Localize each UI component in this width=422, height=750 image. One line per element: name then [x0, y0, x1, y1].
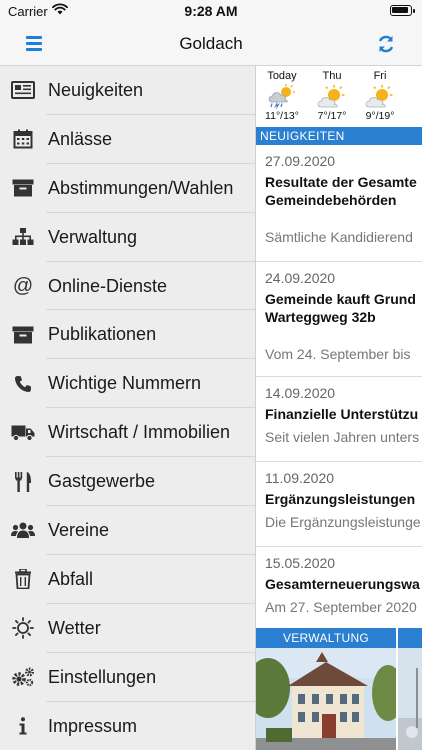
news-item[interactable]: 14.09.2020 Finanzielle Unterstützu Seit … [256, 377, 422, 462]
sidebar-item-label: Verwaltung [48, 226, 138, 247]
refresh-icon[interactable] [376, 34, 396, 54]
sidebar-menu: Neuigkeiten Anlässe Abstimmungen/Wahlen … [0, 66, 255, 750]
weather-day[interactable]: Thu 7°/17° [306, 70, 358, 122]
ballot-box-icon [0, 179, 46, 197]
tiles-row: VERWALTUNG [256, 628, 422, 750]
weather-day-partial[interactable] [402, 70, 422, 113]
newspaper-icon [0, 81, 46, 100]
news-title: Gesamterneuerungswa [265, 576, 420, 592]
news-title: Gemeinde kauft Grund [265, 291, 416, 307]
news-item[interactable]: 15.05.2020 Gesamterneuerungswa Am 27. Se… [256, 547, 422, 629]
archive-box-icon [0, 326, 46, 344]
at-sign-icon: @ [12, 274, 34, 297]
news-teaser: Die Ergänzungsleistunge [265, 514, 421, 530]
weather-strip[interactable]: Today 11°/13° Thu 7°/17° Fri 9°/19° [256, 66, 422, 127]
navigation-bar: Goldach [0, 22, 422, 66]
sidebar-item-online-dienste[interactable]: @ Online-Dienste [0, 262, 255, 311]
weather-temp: 11°/13° [265, 110, 299, 122]
sidebar-item-label: Einstellungen [48, 666, 157, 687]
sidebar-item-label: Vereine [48, 519, 110, 540]
sidebar-item-neuigkeiten[interactable]: Neuigkeiten [0, 66, 255, 115]
sidebar-item-vereine[interactable]: Vereine [0, 506, 255, 555]
news-date: 11.09.2020 [265, 470, 335, 486]
news-item[interactable]: 24.09.2020 Gemeinde kauft Grund Warteggw… [256, 262, 422, 377]
news-item[interactable]: 27.09.2020 Resultate der Gesamte Gemeind… [256, 145, 422, 262]
news-date: 24.09.2020 [265, 270, 336, 286]
status-bar: Carrier 9:28 AM [0, 0, 422, 22]
weather-day-name: Fri [373, 70, 387, 82]
news-title: Resultate der Gesamte [265, 174, 417, 190]
sidebar-item-label: Gastgewerbe [48, 471, 156, 492]
sidebar-item-label: Abfall [48, 568, 94, 589]
tile-verwaltung[interactable]: VERWALTUNG [256, 628, 396, 750]
sun-cloud-icon [317, 85, 345, 108]
news-title: Finanzielle Unterstützu [265, 406, 419, 422]
weather-temp: 7°/17° [317, 110, 347, 122]
sidebar-item-label: Impressum [48, 715, 138, 736]
org-chart-icon [0, 228, 46, 246]
news-teaser: Seit vielen Jahren unters [265, 429, 420, 445]
tile-photo-partial [398, 648, 422, 750]
news-date: 27.09.2020 [265, 153, 336, 169]
sidebar-item-wirtschaft[interactable]: Wirtschaft / Immobilien [0, 408, 255, 458]
sidebar-item-publikationen[interactable]: Publikationen [0, 310, 255, 360]
sidebar-item-label: Online-Dienste [48, 275, 168, 296]
weather-day[interactable]: Today 11°/13° [256, 70, 308, 122]
sidebar-item-label: Wetter [48, 617, 101, 638]
sidebar-item-label: Abstimmungen/Wahlen [48, 177, 234, 198]
weather-day-name: Thu [322, 70, 342, 82]
calendar-icon [0, 129, 46, 149]
sidebar-item-einstellungen[interactable]: Einstellungen [0, 653, 255, 702]
news-date: 15.05.2020 [265, 555, 336, 571]
battery-icon [390, 5, 415, 16]
weather-temp: 9°/19° [365, 110, 395, 122]
sidebar-item-gastgewerbe[interactable]: Gastgewerbe [0, 457, 255, 506]
sidebar-item-label: Publikationen [48, 324, 157, 345]
news-list: 27.09.2020 Resultate der Gesamte Gemeind… [256, 145, 422, 629]
sidebar-item-label: Wichtige Nummern [48, 373, 202, 394]
gears-icon [0, 667, 46, 687]
info-icon [0, 717, 46, 735]
news-teaser: Am 27. September 2020 [265, 599, 417, 615]
page-title: Goldach [179, 34, 243, 53]
phone-icon [0, 375, 46, 393]
group-icon [0, 522, 46, 539]
news-date: 14.09.2020 [265, 385, 336, 401]
sidebar-item-label: Wirtschaft / Immobilien [48, 422, 231, 443]
sidebar-item-anlaesse[interactable]: Anlässe [0, 115, 255, 164]
sidebar-item-label: Neuigkeiten [48, 79, 144, 100]
weather-day[interactable]: Fri 9°/19° [354, 70, 406, 122]
sidebar-item-abstimmungen[interactable]: Abstimmungen/Wahlen [0, 164, 255, 213]
main-content: Today 11°/13° Thu 7°/17° Fri 9°/19° NEUI… [255, 66, 422, 750]
sidebar-item-wetter[interactable]: Wetter [0, 604, 255, 653]
news-teaser: Vom 24. September bis [265, 346, 411, 362]
sun-rain-cloud-icon [268, 84, 295, 110]
clock: 9:28 AM [184, 3, 238, 19]
tile-label-partial [398, 628, 422, 648]
sidebar-item-verwaltung[interactable]: Verwaltung [0, 213, 255, 262]
news-title: Ergänzungsleistungen [265, 491, 416, 507]
news-item[interactable]: 11.09.2020 Ergänzungsleistungen Die Ergä… [256, 462, 422, 547]
tile-partial[interactable] [398, 628, 422, 750]
fork-knife-icon [0, 471, 46, 492]
tile-label: VERWALTUNG [256, 628, 396, 648]
weather-day-name: Today [267, 70, 297, 82]
sidebar-item-wichtige-nummern[interactable]: Wichtige Nummern [0, 359, 255, 409]
sun-cloud-icon [365, 85, 393, 108]
town-hall-photo [256, 648, 396, 750]
news-teaser: Sämtliche Kandidierend [265, 229, 413, 245]
sidebar-item-label: Anlässe [48, 128, 113, 149]
sidebar-item-abfall[interactable]: Abfall [0, 555, 255, 604]
sun-outline-icon [0, 617, 46, 640]
sidebar-item-impressum[interactable]: Impressum [0, 702, 255, 750]
news-title-line2: Warteggweg 32b [265, 309, 376, 325]
news-title-line2: Gemeindebehörden [265, 192, 397, 208]
truck-icon [0, 425, 46, 441]
news-section-header: NEUIGKEITEN [256, 127, 422, 145]
sun-icon [412, 87, 422, 113]
trash-icon [0, 569, 46, 590]
